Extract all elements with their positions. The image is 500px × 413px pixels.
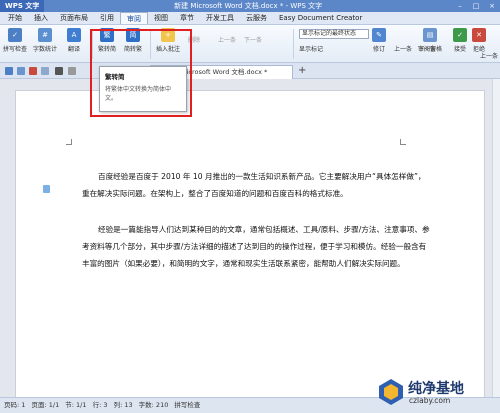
watermark: 纯净基地 czlaby.com [376,375,494,409]
prev-comment-button[interactable]: 上一条 [218,35,236,44]
status-column: 列: 13 [113,401,133,409]
review-pane-button[interactable]: ▤ 审阅窗格 [418,28,442,53]
document-paragraph[interactable]: 百度经验是百度于 2010 年 10 月推出的一款生活知识系新产品。它主要解决用… [82,168,432,202]
tab-view[interactable]: 视图 [148,12,174,24]
next-comment-button[interactable]: 下一条 [244,35,262,44]
document-paragraph[interactable]: 经验是一篇能指导人们达到某种目的的文章，通常包括概述、工具/原料、步骤/方法、注… [82,221,432,272]
tab-references[interactable]: 引用 [94,12,120,24]
window-title: 新建 Microsoft Word 文档.docx * - WPS 文字 [174,2,323,10]
prev-revision-button[interactable]: 上一条 [394,44,412,53]
document-tab-bar: Microsoft Word 文档.docx * + [0,63,500,79]
translate-icon: A [67,28,81,42]
review-ribbon: ✓ 拼写检查 # 字数统计 A 翻译 繁 繁转简 简 简转繁 + 插入批注 删除… [0,25,500,63]
revise-button[interactable]: ✎ 修订 [372,28,386,53]
accept-button[interactable]: ✓ 接受 [453,28,467,53]
tab-start[interactable]: 开始 [2,12,28,24]
margin-corner [400,139,406,145]
status-row: 行: 3 [92,401,108,409]
ribbon-divider [293,29,294,59]
new-tab-icon[interactable]: + [298,65,306,76]
watermark-text: 纯净基地 [408,381,464,397]
tab-page-layout[interactable]: 页面布局 [54,12,94,24]
highlight-box [90,29,192,117]
tab-review[interactable]: 审阅 [120,12,148,24]
preview-icon[interactable] [41,67,49,75]
print-icon[interactable] [29,67,37,75]
app-menu-button[interactable]: WPS 文字 [0,0,45,12]
accept-icon: ✓ [453,28,467,42]
undo-icon[interactable] [55,67,63,75]
show-markup-button[interactable]: 显示标记 [299,44,323,53]
margin-corner [66,139,72,145]
paragraph-marker-icon[interactable] [43,185,50,193]
word-count-icon: # [38,28,52,42]
tab-developer[interactable]: 开发工具 [200,12,240,24]
document-page[interactable]: 百度经验是百度于 2010 年 10 月推出的一款生活知识系新产品。它主要解决用… [15,90,485,410]
tab-cloud[interactable]: 云服务 [240,12,273,24]
minimize-icon[interactable]: – [452,0,468,12]
open-icon[interactable] [17,67,25,75]
status-section: 节: 1/1 [65,401,87,409]
display-state-select[interactable]: 显示标记的最终状态 [299,29,369,39]
status-page-count: 页面: 1/1 [31,401,60,409]
prev-change-button[interactable]: 上一条 [480,51,498,60]
reject-button[interactable]: ✕ 拒绝 [472,28,486,53]
document-area: 百度经验是百度于 2010 年 10 月推出的一款生活知识系新产品。它主要解决用… [0,79,500,410]
tab-section[interactable]: 章节 [174,12,200,24]
close-icon[interactable]: × [484,0,500,12]
translate-button[interactable]: A 翻译 [67,28,81,53]
status-word-count: 字数: 210 [138,401,169,409]
save-icon[interactable] [5,67,13,75]
spellcheck-button[interactable]: ✓ 拼写检查 [3,28,27,53]
vertical-scrollbar[interactable] [492,79,500,397]
revise-icon: ✎ [372,28,386,42]
reject-icon: ✕ [472,28,486,42]
tab-easy-doc[interactable]: Easy Document Creator [273,12,368,24]
review-pane-icon: ▤ [423,28,437,42]
menu-bar: 开始 插入 页面布局 引用 审阅 视图 章节 开发工具 云服务 Easy Doc… [0,12,500,25]
title-bar: WPS 文字 新建 Microsoft Word 文档.docx * - WPS… [0,0,500,12]
word-count-button[interactable]: # 字数统计 [33,28,57,53]
watermark-url: czlaby.com [409,396,451,405]
watermark-logo-icon [379,379,403,405]
tab-insert[interactable]: 插入 [28,12,54,24]
redo-icon[interactable] [68,67,76,75]
maximize-icon[interactable]: □ [468,0,484,12]
status-spell-check[interactable]: 拼写检查 [174,401,200,409]
spellcheck-icon: ✓ [8,28,22,42]
status-page-number: 页码: 1 [4,401,26,409]
